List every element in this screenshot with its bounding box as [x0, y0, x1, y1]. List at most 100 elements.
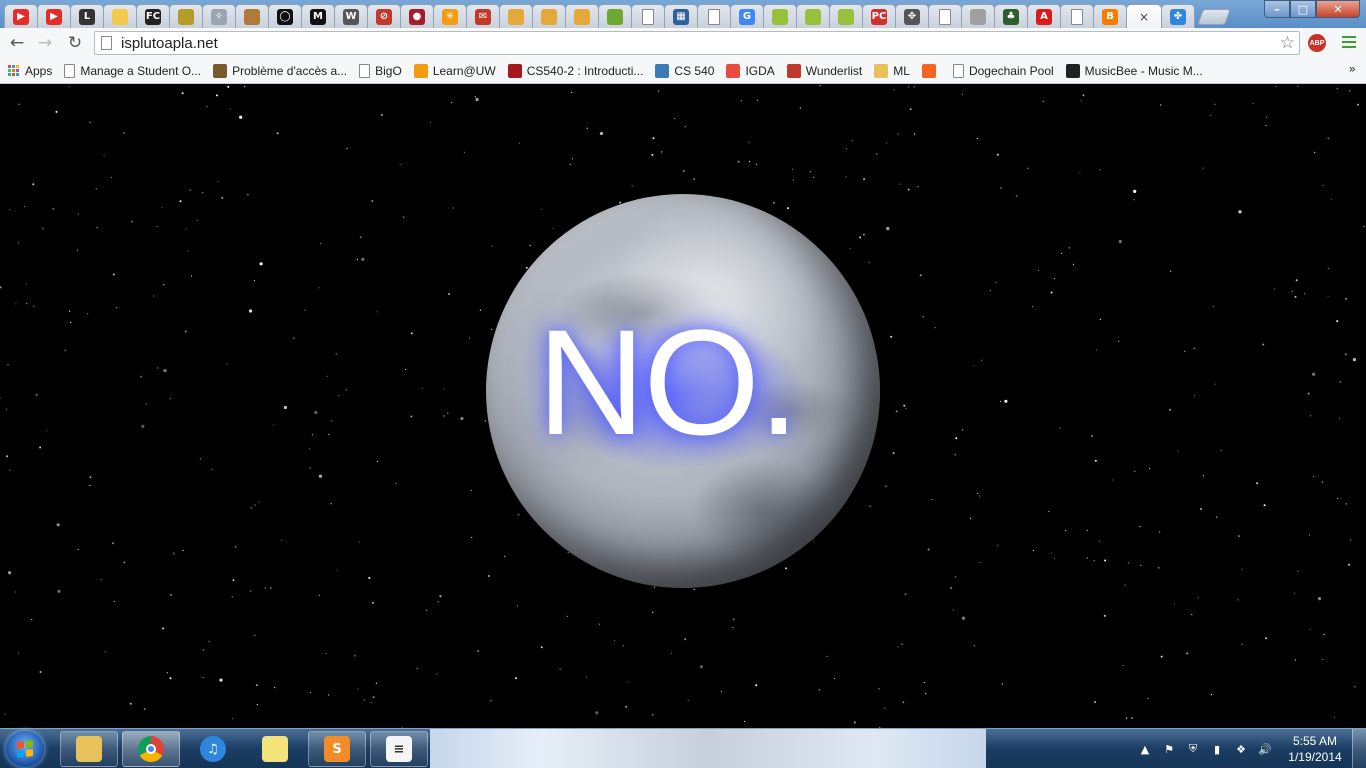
star	[39, 671, 42, 673]
url-text[interactable]: isplutoapla.net	[121, 35, 218, 52]
bookmark-item[interactable]: Manage a Student O...	[64, 63, 201, 78]
tab[interactable]: G	[730, 4, 764, 28]
tab[interactable]: ▦	[664, 4, 698, 28]
taskbar-button[interactable]	[122, 731, 180, 767]
back-button[interactable]: ←	[6, 32, 28, 54]
tab[interactable]: B	[1093, 4, 1127, 28]
tab[interactable]	[1060, 4, 1094, 28]
tab[interactable]: ●	[400, 4, 434, 28]
tab[interactable]: ✧	[202, 4, 236, 28]
tab[interactable]	[928, 4, 962, 28]
bookmark-item[interactable]: ML	[874, 63, 910, 78]
tab[interactable]: ⊘	[367, 4, 401, 28]
star	[202, 677, 204, 679]
show-desktop-button[interactable]	[1352, 729, 1366, 768]
bookmark-item[interactable]: IGDA	[726, 63, 775, 78]
bookmark-item[interactable]: Problème d'accès a...	[213, 63, 347, 78]
new-tab-button[interactable]	[1197, 9, 1231, 25]
tab[interactable]: FC	[136, 4, 170, 28]
star	[359, 236, 362, 239]
tab[interactable]	[565, 4, 599, 28]
reload-button[interactable]: ↻	[64, 32, 86, 54]
star	[463, 151, 465, 153]
tab[interactable]: W	[334, 4, 368, 28]
tab[interactable]	[829, 4, 863, 28]
bookmark-item[interactable]: Wunderlist	[786, 63, 862, 78]
tab[interactable]: PC	[862, 4, 896, 28]
address-bar[interactable]: isplutoapla.net ☆	[94, 31, 1300, 55]
volume-icon[interactable]: 🔊	[1256, 740, 1274, 758]
taskbar-button[interactable]	[246, 731, 304, 767]
tab[interactable]: M	[301, 4, 335, 28]
star	[280, 540, 283, 542]
star	[470, 489, 472, 491]
star	[1265, 637, 1268, 640]
star	[169, 677, 172, 680]
dropbox-icon[interactable]: ❖	[1232, 740, 1250, 758]
minimize-button[interactable]: –	[1264, 0, 1290, 18]
tab[interactable]	[169, 4, 203, 28]
tab[interactable]	[235, 4, 269, 28]
close-window-button[interactable]: ✕	[1316, 0, 1360, 18]
show-hidden-icon[interactable]: ▲	[1136, 740, 1154, 758]
more-bookmarks-icon[interactable]: »	[1349, 62, 1356, 76]
action-center-icon[interactable]: ⚑	[1160, 740, 1178, 758]
start-button[interactable]	[6, 731, 44, 767]
tab[interactable]	[961, 4, 995, 28]
bookmark-item[interactable]: BigO	[359, 63, 402, 78]
clock[interactable]: 5:55 AM 1/19/2014	[1284, 733, 1346, 765]
bookmark-apps[interactable]: Apps	[8, 64, 52, 78]
tab[interactable]: ✥	[895, 4, 929, 28]
tab[interactable]: ✳	[433, 4, 467, 28]
tab[interactable]: ◯	[268, 4, 302, 28]
tab[interactable]	[763, 4, 797, 28]
maximize-button[interactable]: □	[1290, 0, 1316, 18]
tab[interactable]: ▶	[37, 4, 71, 28]
star	[1177, 450, 1179, 452]
star	[1265, 116, 1268, 118]
taskbar-button[interactable]: ♫	[184, 731, 242, 767]
bookmark-item[interactable]: CS 540	[655, 63, 714, 78]
star	[1275, 85, 1277, 88]
tab[interactable]	[697, 4, 731, 28]
tab[interactable]	[499, 4, 533, 28]
taskbar-button[interactable]: ≡	[370, 731, 428, 767]
tab[interactable]: ♣	[994, 4, 1028, 28]
package-icon	[508, 8, 524, 25]
bookmark-item[interactable]: Learn@UW	[413, 63, 496, 78]
ring-icon: ◯	[277, 8, 293, 25]
tab[interactable]: ▶	[4, 4, 38, 28]
tab[interactable]	[631, 4, 665, 28]
document-icon	[1071, 8, 1083, 25]
forward-button[interactable]: →	[34, 32, 56, 54]
tab[interactable]: ✉	[466, 4, 500, 28]
star	[1054, 557, 1056, 560]
tab[interactable]	[103, 4, 137, 28]
network-icon[interactable]: ▮	[1208, 740, 1226, 758]
taskbar-button[interactable]: S	[308, 731, 366, 767]
tab-active[interactable]: ×	[1126, 4, 1162, 28]
tab[interactable]	[598, 4, 632, 28]
bookmark-item[interactable]: MusicBee - Music M...	[1065, 63, 1203, 78]
tab[interactable]: A	[1027, 4, 1061, 28]
tab[interactable]	[532, 4, 566, 28]
star	[1103, 614, 1106, 617]
defender-icon[interactable]: ⛨	[1184, 740, 1202, 758]
tab[interactable]: L	[70, 4, 104, 28]
bookmark-item[interactable]: Dogechain Pool	[952, 63, 1054, 78]
tab[interactable]: ✤	[1161, 4, 1195, 28]
star	[477, 650, 480, 652]
bookmark-star-icon[interactable]: ☆	[1280, 33, 1295, 53]
star	[221, 196, 224, 199]
star	[6, 408, 8, 410]
tab[interactable]	[796, 4, 830, 28]
star	[845, 148, 848, 150]
bookmark-item[interactable]: CS540-2 : Introducti...	[507, 63, 643, 78]
bookmark-item[interactable]	[921, 63, 941, 78]
adblock-plus-icon[interactable]: ABP	[1308, 34, 1326, 52]
close-icon[interactable]: ×	[1139, 10, 1149, 24]
taskbar-button[interactable]	[60, 731, 118, 767]
chrome-menu-button[interactable]	[1342, 36, 1356, 51]
star	[559, 668, 561, 670]
star	[922, 316, 924, 318]
